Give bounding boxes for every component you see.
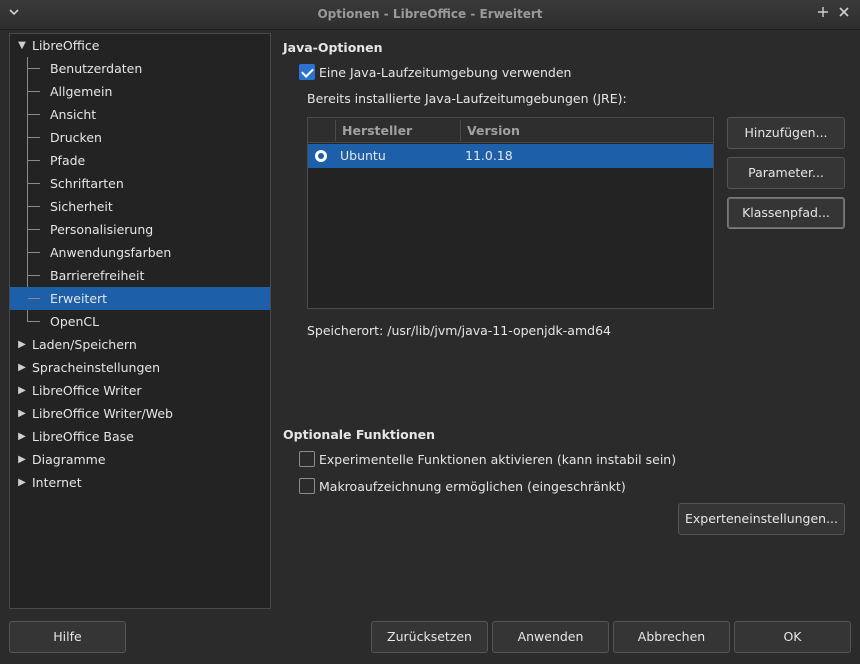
tree-connector [28, 137, 40, 138]
title-bar: Optionen - LibreOffice - Erweitert [0, 0, 860, 30]
jre-table-header: Hersteller Version [308, 118, 713, 143]
experimental-label[interactable]: Experimentelle Funktionen aktivieren (ka… [319, 452, 676, 467]
use-jre-checkbox[interactable] [299, 64, 315, 80]
tree-item-laden-speichern[interactable]: ▶ Laden/Speichern [10, 333, 270, 356]
tree-connector [28, 91, 40, 92]
tree-item-label: Drucken [50, 130, 102, 145]
tree-item-pfade[interactable]: Pfade [10, 149, 270, 172]
tree-item-sicherheit[interactable]: Sicherheit [10, 195, 270, 218]
tree-item-drucken[interactable]: Drucken [10, 126, 270, 149]
expanded-arrow-icon[interactable]: ▼ [16, 34, 28, 57]
tree-item-benutzerdaten[interactable]: Benutzerdaten [10, 57, 270, 80]
tree-item-libreoffice[interactable]: ▼ LibreOffice [10, 34, 270, 57]
tree-connector [28, 298, 40, 299]
tree-item-schriftarten[interactable]: Schriftarten [10, 172, 270, 195]
jre-table[interactable]: Hersteller Version Ubuntu 11.0.18 [307, 117, 714, 309]
column-header-vendor[interactable]: Hersteller [336, 118, 412, 143]
collapsed-arrow-icon[interactable]: ▶ [16, 471, 28, 494]
tree-item-label: Anwendungsfarben [50, 245, 172, 260]
tree-item-label: OpenCL [50, 314, 100, 329]
window-title: Optionen - LibreOffice - Erweitert [317, 7, 543, 21]
parameters-button[interactable]: Parameter... [727, 157, 845, 189]
tree-item-label: Pfade [50, 153, 86, 168]
collapsed-arrow-icon[interactable]: ▶ [16, 333, 28, 356]
tree-connector [28, 321, 40, 322]
tree-item-barrierefreiheit[interactable]: Barrierefreiheit [10, 264, 270, 287]
installed-jre-label: Bereits installierte Java-Laufzeitumgebu… [307, 91, 627, 106]
tree-item-opencl[interactable]: OpenCL [10, 310, 270, 333]
jre-radio-selected[interactable] [315, 150, 327, 162]
tree-connector [28, 252, 40, 253]
pin-icon[interactable] [815, 6, 831, 22]
ok-button[interactable]: OK [734, 621, 851, 653]
column-header-version[interactable]: Version [461, 118, 520, 143]
close-icon[interactable] [836, 6, 852, 22]
macro-recording-checkbox[interactable] [299, 478, 315, 494]
tree-item-label: LibreOffice Writer/Web [32, 406, 173, 421]
tree-item-diagramme[interactable]: ▶ Diagramme [10, 448, 270, 471]
tree-item-label: Laden/Speichern [32, 337, 137, 352]
collapsed-arrow-icon[interactable]: ▶ [16, 448, 28, 471]
tree-item-allgemein[interactable]: Allgemein [10, 80, 270, 103]
tree-item-label: Internet [32, 475, 82, 490]
tree-item-label: Benutzerdaten [50, 61, 143, 76]
add-button[interactable]: Hinzufügen... [727, 117, 845, 149]
reset-button[interactable]: Zurücksetzen [371, 621, 488, 653]
tree-item-label: Sicherheit [50, 199, 113, 214]
tree-item-spracheinstellungen[interactable]: ▶ Spracheinstellungen [10, 356, 270, 379]
tree-connector [28, 183, 40, 184]
tree-item-label: Diagramme [32, 452, 106, 467]
tree-item-personalisierung[interactable]: Personalisierung [10, 218, 270, 241]
classpath-button[interactable]: Klassenpfad... [727, 197, 845, 229]
tree-item-label: Ansicht [50, 107, 97, 122]
tree-item-label: Erweitert [50, 291, 108, 306]
expert-config-button[interactable]: Experteneinstellungen... [678, 503, 845, 535]
jre-location: Speicherort: /usr/lib/jvm/java-11-openjd… [307, 323, 611, 338]
options-tree[interactable]: ▼ LibreOffice Benutzerdaten Allgemein An… [9, 33, 271, 609]
optional-features-title: Optionale Funktionen [283, 427, 436, 442]
tree-connector [28, 229, 40, 230]
experimental-checkbox[interactable] [299, 451, 315, 467]
jre-version: 11.0.18 [465, 148, 513, 163]
cancel-button[interactable]: Abbrechen [613, 621, 730, 653]
tree-item-ansicht[interactable]: Ansicht [10, 103, 270, 126]
tree-item-erweitert[interactable]: Erweitert [10, 287, 270, 310]
tree-item-label: LibreOffice Writer [32, 383, 142, 398]
tree-connector [28, 206, 40, 207]
collapsed-arrow-icon[interactable]: ▶ [16, 356, 28, 379]
collapsed-arrow-icon[interactable]: ▶ [16, 402, 28, 425]
collapsed-arrow-icon[interactable]: ▶ [16, 379, 28, 402]
use-jre-label[interactable]: Eine Java-Laufzeitumgebung verwenden [319, 65, 571, 80]
tree-item-label: Allgemein [50, 84, 113, 99]
table-row[interactable]: Ubuntu 11.0.18 [308, 144, 713, 168]
tree-connector [28, 160, 40, 161]
tree-item-label: LibreOffice Base [32, 429, 134, 444]
tree-item-internet[interactable]: ▶ Internet [10, 471, 270, 494]
help-button[interactable]: Hilfe [9, 621, 126, 653]
tree-connector [28, 68, 40, 69]
tree-item-label: Barrierefreiheit [50, 268, 145, 283]
tree-item-label: Spracheinstellungen [32, 360, 160, 375]
collapsed-arrow-icon[interactable]: ▶ [16, 425, 28, 448]
apply-button[interactable]: Anwenden [492, 621, 609, 653]
tree-item-libreoffice-writer-web[interactable]: ▶ LibreOffice Writer/Web [10, 402, 270, 425]
tree-connector [28, 114, 40, 115]
tree-item-label: Schriftarten [50, 176, 124, 191]
tree-item-libreoffice-writer[interactable]: ▶ LibreOffice Writer [10, 379, 270, 402]
tree-item-libreoffice-base[interactable]: ▶ LibreOffice Base [10, 425, 270, 448]
jre-vendor: Ubuntu [340, 148, 386, 163]
java-options-title: Java-Optionen [283, 40, 383, 55]
tree-item-label: Personalisierung [50, 222, 154, 237]
tree-connector [28, 275, 40, 276]
tree-item-anwendungsfarben[interactable]: Anwendungsfarben [10, 241, 270, 264]
tree-item-label: LibreOffice [32, 38, 100, 53]
macro-recording-label[interactable]: Makroaufzeichnung ermöglichen (eingeschr… [319, 479, 626, 494]
